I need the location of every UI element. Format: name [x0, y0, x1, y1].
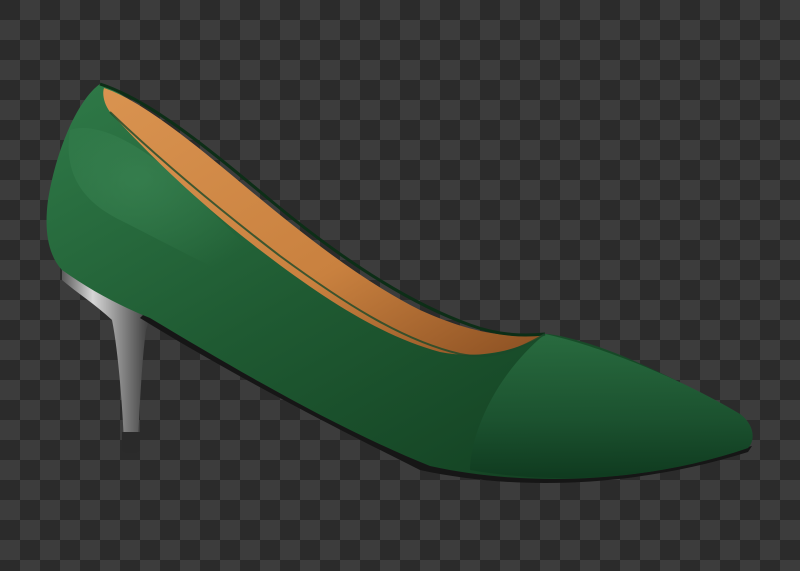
transparent-background-checkerboard [0, 0, 800, 571]
green-pump-shoe [46, 82, 753, 483]
heel-tip [122, 432, 140, 453]
